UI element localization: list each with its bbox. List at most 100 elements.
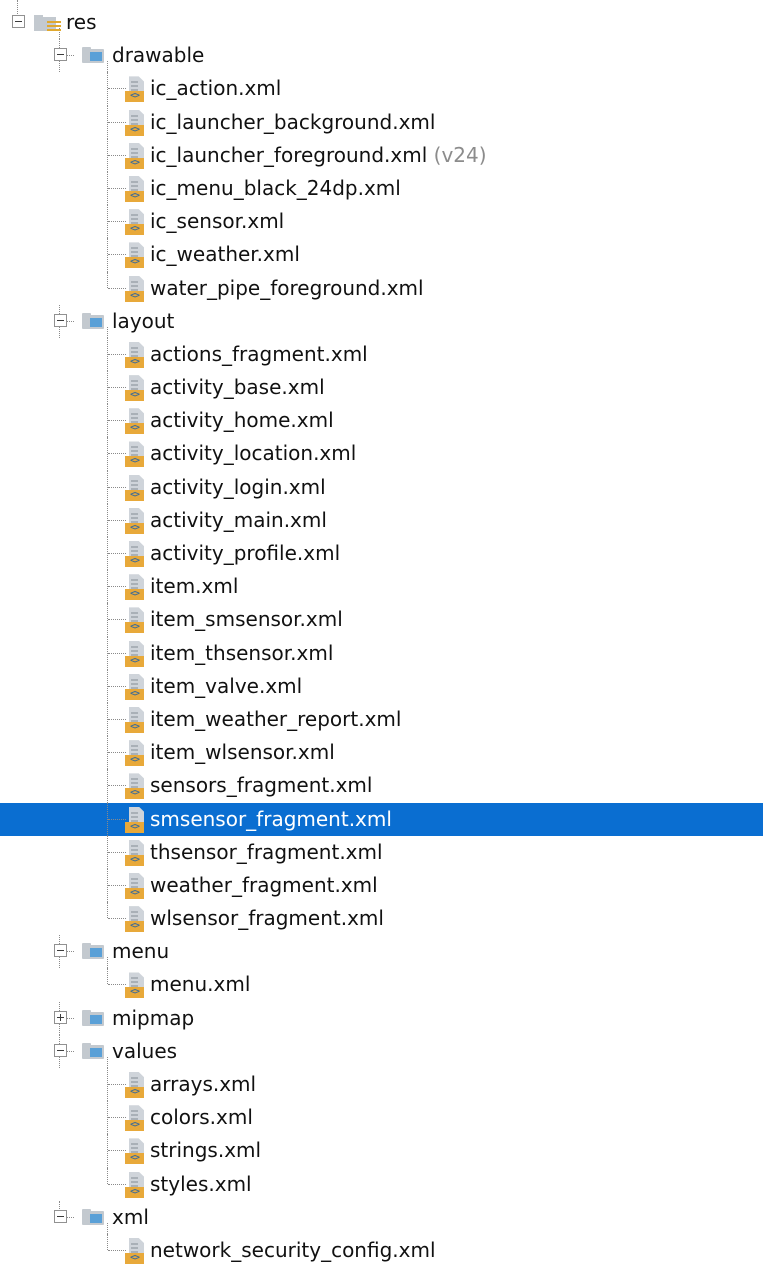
tree-row-strings[interactable]: <> strings.xml xyxy=(0,1134,763,1168)
tree-row-drawable[interactable]: drawable xyxy=(0,39,763,73)
xml-file-icon: <> xyxy=(125,839,145,866)
xml-badge: <> xyxy=(125,556,144,567)
tree-row-styles[interactable]: <> styles.xml xyxy=(0,1167,763,1201)
tree-row-activity-login[interactable]: <> activity_login.xml xyxy=(0,470,763,504)
tree-item-text: wlsensor_fragment.xml xyxy=(150,902,384,935)
tree-item-text: smsensor_fragment.xml xyxy=(150,803,392,836)
minus-icon xyxy=(57,319,64,321)
xml-badge: <> xyxy=(125,356,144,368)
tree-row-ic-launcher-foreground[interactable]: <> ic_launcher_foreground.xml (v24) xyxy=(0,138,763,172)
xml-badge: <> xyxy=(125,755,144,767)
tree-row-network-security-config[interactable]: <> network_security_config.xml xyxy=(0,1233,763,1267)
tree-item-text: ic_launcher_foreground.xml (v24) xyxy=(150,139,487,172)
tree-item-label: activity_main.xml xyxy=(150,507,327,532)
tree-connector xyxy=(108,486,126,488)
tree-item-text: activity_main.xml xyxy=(150,504,327,537)
tree-row-item-weather-report[interactable]: <> item_weather_report.xml xyxy=(0,702,763,737)
tree-row-item-thsensor[interactable]: <> item_thsensor.xml xyxy=(0,636,763,670)
tree-row-item-smsensor[interactable]: <> item_smsensor.xml xyxy=(0,603,763,637)
tree-item-text: xml xyxy=(112,1201,149,1234)
tree-row-ic-action[interactable]: <> ic_action.xml xyxy=(0,72,763,106)
tree-guide-line xyxy=(107,957,108,969)
tree-row-res[interactable]: res xyxy=(0,0,763,40)
tree-row-values[interactable]: values xyxy=(0,1034,763,1068)
tree-row-item[interactable]: <> item.xml xyxy=(0,570,763,604)
tree-row-menu[interactable]: menu xyxy=(0,935,763,969)
tree-row-activity-location[interactable]: <> activity_location.xml xyxy=(0,437,763,471)
tree-row-layout[interactable]: layout xyxy=(0,304,763,338)
xml-badge: <> xyxy=(125,655,144,667)
tree-row-menu[interactable]: <> menu.xml xyxy=(0,968,763,1001)
tree-item-text: menu.xml xyxy=(150,968,250,1001)
tree-row-activity-main[interactable]: <> activity_main.xml xyxy=(0,503,763,537)
tree-item-label: activity_profile.xml xyxy=(150,541,341,565)
tree-guide-line xyxy=(17,0,18,14)
tree-row-smsensor-fragment[interactable]: <> smsensor_fragment.xml xyxy=(0,802,763,836)
xml-badge: <> xyxy=(125,456,144,468)
tree-row-xml[interactable]: xml xyxy=(0,1200,763,1234)
collapse-toggle[interactable] xyxy=(54,313,67,327)
tree-item-text: actions_fragment.xml xyxy=(150,338,368,371)
tree-row-thsensor-fragment[interactable]: <> thsensor_fragment.xml xyxy=(0,835,763,869)
xml-file-icon: <> xyxy=(125,972,145,999)
tree-row-ic-weather[interactable]: <> ic_weather.xml xyxy=(0,238,763,272)
tree-item-label: ic_action.xml xyxy=(150,76,282,101)
xml-file-icon: <> xyxy=(125,773,145,800)
collapse-toggle[interactable] xyxy=(54,944,67,958)
tree-connector xyxy=(108,918,126,920)
tree-connector xyxy=(108,884,126,886)
tree-row-item-wlsensor[interactable]: <> item_wlsensor.xml xyxy=(0,736,763,770)
tree-item-label: item_thsensor.xml xyxy=(150,640,334,665)
tree-row-arrays[interactable]: <> arrays.xml xyxy=(0,1068,763,1102)
tree-connector xyxy=(108,254,126,256)
collapse-toggle[interactable] xyxy=(12,15,25,28)
tree-item-label: activity_base.xml xyxy=(150,375,325,400)
tree-item-label: colors.xml xyxy=(150,1105,253,1130)
tree-row-sensors-fragment[interactable]: <> sensors_fragment.xml xyxy=(0,769,763,803)
tree-row-item-valve[interactable]: <> item_valve.xml xyxy=(0,669,763,703)
xml-file-icon: <> xyxy=(125,1171,145,1198)
xml-badge: <> xyxy=(125,290,144,302)
tree-row-colors[interactable]: <> colors.xml xyxy=(0,1101,763,1135)
tree-item-label: styles.xml xyxy=(150,1171,252,1196)
folder-icon xyxy=(82,312,104,329)
xml-badge: <> xyxy=(125,124,144,136)
tree-row-ic-sensor[interactable]: <> ic_sensor.xml xyxy=(0,205,763,239)
xml-file-icon: <> xyxy=(125,507,145,534)
xml-file-icon: <> xyxy=(125,375,145,402)
xml-file-icon: <> xyxy=(125,408,145,435)
tree-item-label: drawable xyxy=(112,43,205,68)
xml-badge: <> xyxy=(125,190,144,202)
collapse-toggle[interactable] xyxy=(54,1209,67,1223)
expand-toggle[interactable] xyxy=(54,1010,67,1024)
tree-row-weather-fragment[interactable]: <> weather_fragment.xml xyxy=(0,868,763,903)
tree-item-label: activity_location.xml xyxy=(150,441,357,466)
tree-row-ic-menu-black-24dp[interactable]: <> ic_menu_black_24dp.xml xyxy=(0,171,763,206)
xml-file-icon: <> xyxy=(125,706,145,733)
tree-item-text: mipmap xyxy=(112,1002,194,1035)
tree-item-label: menu xyxy=(112,939,170,964)
tree-row-water-pipe-foreground[interactable]: <> water_pipe_foreground.xml xyxy=(0,271,763,305)
tree-connector xyxy=(108,652,126,654)
tree-guide-line xyxy=(107,61,108,73)
collapse-toggle[interactable] xyxy=(54,1043,67,1057)
tree-item-label: actions_fragment.xml xyxy=(150,341,368,366)
tree-item-label: activity_login.xml xyxy=(150,474,326,499)
tree-item-text: colors.xml xyxy=(150,1101,253,1134)
xml-file-icon: <> xyxy=(125,441,145,468)
xml-badge: <> xyxy=(125,721,144,733)
xml-badge: <> xyxy=(125,589,144,601)
tree-row-activity-base[interactable]: <> activity_base.xml xyxy=(0,371,763,405)
xml-file-icon: <> xyxy=(125,906,145,933)
tree-row-activity-home[interactable]: <> activity_home.xml xyxy=(0,404,763,438)
xml-file-icon: <> xyxy=(125,1138,145,1165)
tree-row-ic-launcher-background[interactable]: <> ic_launcher_background.xml xyxy=(0,105,763,139)
xml-badge: <> xyxy=(125,1087,144,1098)
tree-guide-line xyxy=(107,1222,108,1234)
tree-item-text: ic_action.xml xyxy=(150,72,281,105)
tree-row-wlsensor-fragment[interactable]: <> wlsensor_fragment.xml xyxy=(0,902,763,935)
collapse-toggle[interactable] xyxy=(54,48,67,62)
tree-row-actions-fragment[interactable]: <> actions_fragment.xml xyxy=(0,337,763,372)
tree-row-activity-profile[interactable]: <> activity_profile.xml xyxy=(0,537,763,571)
tree-row-mipmap[interactable]: mipmap xyxy=(0,1001,763,1035)
